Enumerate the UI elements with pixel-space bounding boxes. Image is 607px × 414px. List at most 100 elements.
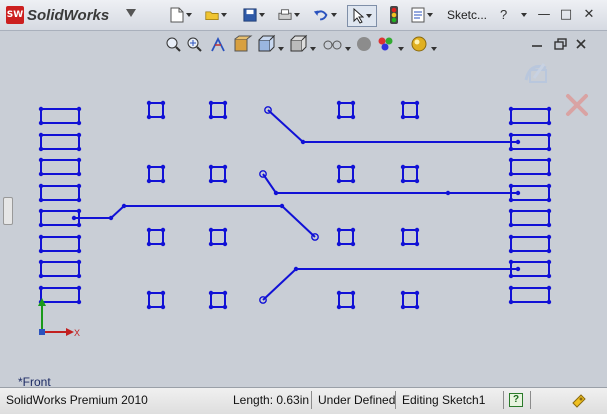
sketch-point[interactable] <box>146 227 152 233</box>
sketch-rectangle[interactable] <box>40 159 80 175</box>
sketch-point[interactable] <box>160 304 166 310</box>
sketch-point[interactable] <box>38 157 44 163</box>
sketch-point[interactable] <box>71 215 77 221</box>
sketch-point[interactable] <box>414 164 420 170</box>
sketch-square[interactable] <box>402 166 418 182</box>
sketch-point[interactable] <box>350 114 356 120</box>
sketch-point[interactable] <box>293 266 299 272</box>
sketch-point[interactable] <box>508 273 514 279</box>
sketch-point[interactable] <box>146 114 152 120</box>
sketch-point[interactable] <box>208 304 214 310</box>
sketch-square[interactable] <box>148 102 164 118</box>
sketch-point[interactable] <box>222 304 228 310</box>
sketch-point[interactable] <box>208 100 214 106</box>
sketch-point[interactable] <box>38 197 44 203</box>
sketch-point[interactable] <box>38 132 44 138</box>
sketch-point[interactable] <box>146 304 152 310</box>
sketch-square[interactable] <box>402 292 418 308</box>
sketch-rectangle[interactable] <box>510 108 550 124</box>
sketch-point[interactable] <box>160 241 166 247</box>
sketch-point[interactable] <box>546 146 552 152</box>
sketch-point[interactable] <box>38 234 44 240</box>
sketch-point[interactable] <box>400 178 406 184</box>
sketch-rectangle[interactable] <box>510 210 550 226</box>
sketch-point[interactable] <box>208 290 214 296</box>
sketch-point[interactable] <box>336 304 342 310</box>
sketch-point[interactable] <box>350 304 356 310</box>
sketch-point[interactable] <box>76 208 82 214</box>
sketch-point[interactable] <box>546 273 552 279</box>
sketch-point[interactable] <box>508 248 514 254</box>
sketch-point[interactable] <box>350 227 356 233</box>
sketch-point[interactable] <box>508 183 514 189</box>
sketch-point[interactable] <box>279 203 285 209</box>
sketch-point[interactable] <box>546 120 552 126</box>
sketch-point[interactable] <box>208 227 214 233</box>
sketch-point[interactable] <box>546 183 552 189</box>
sketch-rectangle[interactable] <box>510 236 550 252</box>
sketch-point[interactable] <box>222 114 228 120</box>
sketch-rectangle[interactable] <box>510 159 550 175</box>
sketch-point[interactable] <box>208 178 214 184</box>
sketch-point[interactable] <box>515 266 521 272</box>
sketch-point[interactable] <box>38 106 44 112</box>
sketch-point[interactable] <box>508 146 514 152</box>
sketch-square[interactable] <box>402 102 418 118</box>
sketch-point[interactable] <box>76 234 82 240</box>
sketch-square[interactable] <box>338 229 354 245</box>
sketch-square[interactable] <box>210 229 226 245</box>
sketch-point[interactable] <box>336 241 342 247</box>
sketch-point[interactable] <box>222 290 228 296</box>
sketch-point[interactable] <box>546 222 552 228</box>
sketch-rectangle[interactable] <box>40 236 80 252</box>
sketch-point[interactable] <box>336 114 342 120</box>
sketch-point[interactable] <box>38 248 44 254</box>
sketch-point[interactable] <box>336 164 342 170</box>
sketch-point[interactable] <box>400 304 406 310</box>
sketch-point[interactable] <box>336 290 342 296</box>
sketch-point[interactable] <box>222 227 228 233</box>
sketch-point[interactable] <box>222 164 228 170</box>
sketch-point[interactable] <box>76 222 82 228</box>
sketch-rectangle[interactable] <box>40 108 80 124</box>
sketch-point[interactable] <box>414 100 420 106</box>
sketch-trace[interactable] <box>74 205 316 238</box>
sketch-point[interactable] <box>76 259 82 265</box>
sketch-point[interactable] <box>350 290 356 296</box>
sketch-point[interactable] <box>160 178 166 184</box>
sketch-point[interactable] <box>146 178 152 184</box>
sketch-point[interactable] <box>160 164 166 170</box>
sketch-point[interactable] <box>160 100 166 106</box>
sketch-point[interactable] <box>546 171 552 177</box>
sketch-trace[interactable] <box>267 109 518 143</box>
sketch-point[interactable] <box>414 304 420 310</box>
sketch-point[interactable] <box>546 234 552 240</box>
sketch-point[interactable] <box>400 290 406 296</box>
sketch-point[interactable] <box>546 106 552 112</box>
sketch-point[interactable] <box>508 171 514 177</box>
sketch-point[interactable] <box>273 190 279 196</box>
sketch-point[interactable] <box>38 208 44 214</box>
sketch-point[interactable] <box>400 227 406 233</box>
sketch-point[interactable] <box>546 259 552 265</box>
sketch-point[interactable] <box>76 132 82 138</box>
sketch-point[interactable] <box>76 157 82 163</box>
sketch-point[interactable] <box>300 139 306 145</box>
sketch-point[interactable] <box>108 215 114 221</box>
sketch-point[interactable] <box>222 100 228 106</box>
sketch-point[interactable] <box>38 120 44 126</box>
sketch-point[interactable] <box>414 114 420 120</box>
sketch-point[interactable] <box>160 114 166 120</box>
sketch-point[interactable] <box>38 222 44 228</box>
help-status-icon[interactable]: ? <box>509 393 523 407</box>
sketch-point[interactable] <box>146 100 152 106</box>
sketch-square[interactable] <box>402 229 418 245</box>
sketch-square[interactable] <box>210 292 226 308</box>
sketch-point[interactable] <box>38 259 44 265</box>
sketch-point[interactable] <box>350 241 356 247</box>
sketch-point[interactable] <box>515 190 521 196</box>
sketch-point[interactable] <box>121 203 127 209</box>
sketch-geometry[interactable] <box>0 0 607 386</box>
sketch-point[interactable] <box>508 222 514 228</box>
sketch-rectangle[interactable] <box>40 261 80 277</box>
